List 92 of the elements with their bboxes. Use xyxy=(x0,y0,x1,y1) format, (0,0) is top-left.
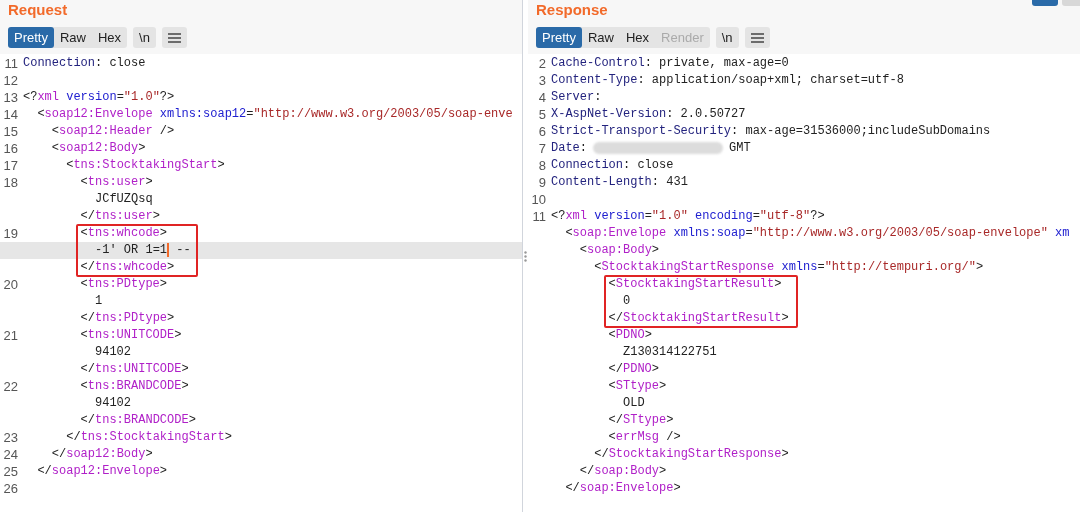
code-line: </soap:Body> xyxy=(578,464,667,478)
code-line: 94102 xyxy=(94,345,132,359)
code-line: Z130314122751 xyxy=(622,345,717,359)
code-line: <tns:user> xyxy=(79,175,153,189)
code-line: Connection: close xyxy=(551,158,674,172)
code-line: <PDNO> xyxy=(607,328,652,342)
code-line: OLD xyxy=(622,396,645,410)
code-line: <tns:whcode> xyxy=(79,226,168,240)
code-line: <tns:BRANDCODE> xyxy=(79,379,189,393)
code-line: </tns:StocktakingStart> xyxy=(65,430,232,444)
pane-title: Request xyxy=(8,1,68,20)
drag-handle-icon[interactable] xyxy=(524,250,527,262)
line-number: 4 xyxy=(538,90,546,105)
code-line: </tns:BRANDCODE> xyxy=(79,413,196,427)
code-line: <tns:UNITCODE> xyxy=(79,328,182,342)
code-line: <?xml version="1.0" encoding="utf-8"?> xyxy=(551,209,825,223)
line-number: 8 xyxy=(538,158,546,173)
code-line: <soap12:Body> xyxy=(50,141,146,155)
view-tab[interactable]: Pretty xyxy=(8,27,54,48)
line-number: 21 xyxy=(3,328,18,343)
code-line: Strict-Transport-Security: max-age=31536000;includeSubDomains xyxy=(551,124,991,138)
line-number: 3 xyxy=(538,73,546,88)
line-number: 15 xyxy=(3,124,18,139)
code-line: </soap12:Envelope> xyxy=(36,464,168,478)
line-number: 25 xyxy=(3,464,18,479)
code-line: </soap:Envelope> xyxy=(564,481,681,495)
code-line: </tns:PDtype> xyxy=(79,311,175,325)
code-text: GMT xyxy=(729,141,751,155)
code-line: <StocktakingStartResult> xyxy=(607,277,782,291)
line-number: 18 xyxy=(3,175,18,190)
code-line: X-AspNet-Version: 2.0.50727 xyxy=(551,107,746,121)
code-line: <soap12:Envelope xmlns:soap12="http://www.w3.org/2003/05/soap-enve xyxy=(36,107,513,121)
code-line: 94102 xyxy=(94,396,132,410)
newline-button[interactable]: \n xyxy=(715,27,739,48)
code-line: Content-Type: application/soap+xml; charset=utf-8 xyxy=(551,73,904,87)
menu-icon xyxy=(750,32,764,43)
code-line: </tns:user> xyxy=(79,209,160,223)
view-tab[interactable]: Raw xyxy=(581,27,620,48)
view-tab[interactable]: Pretty xyxy=(536,27,582,48)
code-line: <STtype> xyxy=(607,379,667,393)
line-number: 24 xyxy=(3,447,18,462)
code-text: Date xyxy=(551,141,580,155)
line-number: 12 xyxy=(3,73,18,88)
code-line: </soap12:Body> xyxy=(50,447,153,461)
code-line: </tns:UNITCODE> xyxy=(79,362,189,376)
newline-button[interactable]: \n xyxy=(133,27,156,48)
code-line: <soap:Envelope xmlns:soap="http://www.w3.org/2003/05/soap-envelope" xm xyxy=(564,226,1070,240)
pane-title: Response xyxy=(536,1,608,20)
line-number: 6 xyxy=(538,124,546,139)
menu-icon xyxy=(167,32,181,43)
code-line: -1' OR 1=1 -- xyxy=(94,243,191,257)
line-number: 14 xyxy=(3,107,18,122)
code-line: <?xml version="1.0"?> xyxy=(23,90,175,104)
line-number: 11 xyxy=(4,56,18,71)
line-number: 17 xyxy=(3,158,18,173)
code-line: <tns:StocktakingStart> xyxy=(65,158,225,172)
line-number: 22 xyxy=(3,379,18,394)
code-line: </StocktakingStartResult> xyxy=(607,311,789,325)
menu-button[interactable] xyxy=(161,27,187,48)
code-line: <soap12:Header /> xyxy=(50,124,175,138)
line-number: 9 xyxy=(538,175,546,190)
line-number: 23 xyxy=(3,430,18,445)
code-line: <tns:PDtype> xyxy=(79,277,168,291)
menu-button[interactable] xyxy=(744,27,770,48)
line-number: 19 xyxy=(3,226,18,241)
code-line: 1 xyxy=(94,294,103,308)
code-line: 0 xyxy=(622,294,631,308)
line-number: 11 xyxy=(532,209,546,224)
code-line: </StocktakingStartResponse> xyxy=(593,447,789,461)
line-number: 20 xyxy=(3,277,18,292)
code-line: JCfUZQsq xyxy=(94,192,153,206)
code-line: Server: xyxy=(551,90,602,104)
code-text: : xyxy=(579,141,587,155)
code-line: </PDNO> xyxy=(607,362,660,376)
code-line: Cache-Control: private, max-age=0 xyxy=(551,56,789,70)
line-number: 5 xyxy=(538,107,546,122)
code-line: <errMsg /> xyxy=(607,430,681,444)
code-line: <soap:Body> xyxy=(578,243,660,257)
code-line: Connection: close xyxy=(23,56,146,70)
view-tab[interactable]: Hex xyxy=(620,27,656,48)
line-number: 7 xyxy=(538,141,546,156)
code-line: </STtype> xyxy=(607,413,674,427)
code-line: </tns:whcode> xyxy=(79,260,175,274)
code-line: <StocktakingStartResponse xmlns="http://tempuri.org/"> xyxy=(593,260,984,274)
view-tab[interactable]: Hex xyxy=(92,27,128,48)
line-number: 2 xyxy=(538,56,546,71)
code-line: Content-Length: 431 xyxy=(551,175,688,189)
line-number: 13 xyxy=(3,90,18,105)
view-tab[interactable]: Raw xyxy=(53,27,92,48)
line-number: 10 xyxy=(531,192,546,207)
line-number: 16 xyxy=(3,141,18,156)
line-number: 26 xyxy=(3,481,18,496)
